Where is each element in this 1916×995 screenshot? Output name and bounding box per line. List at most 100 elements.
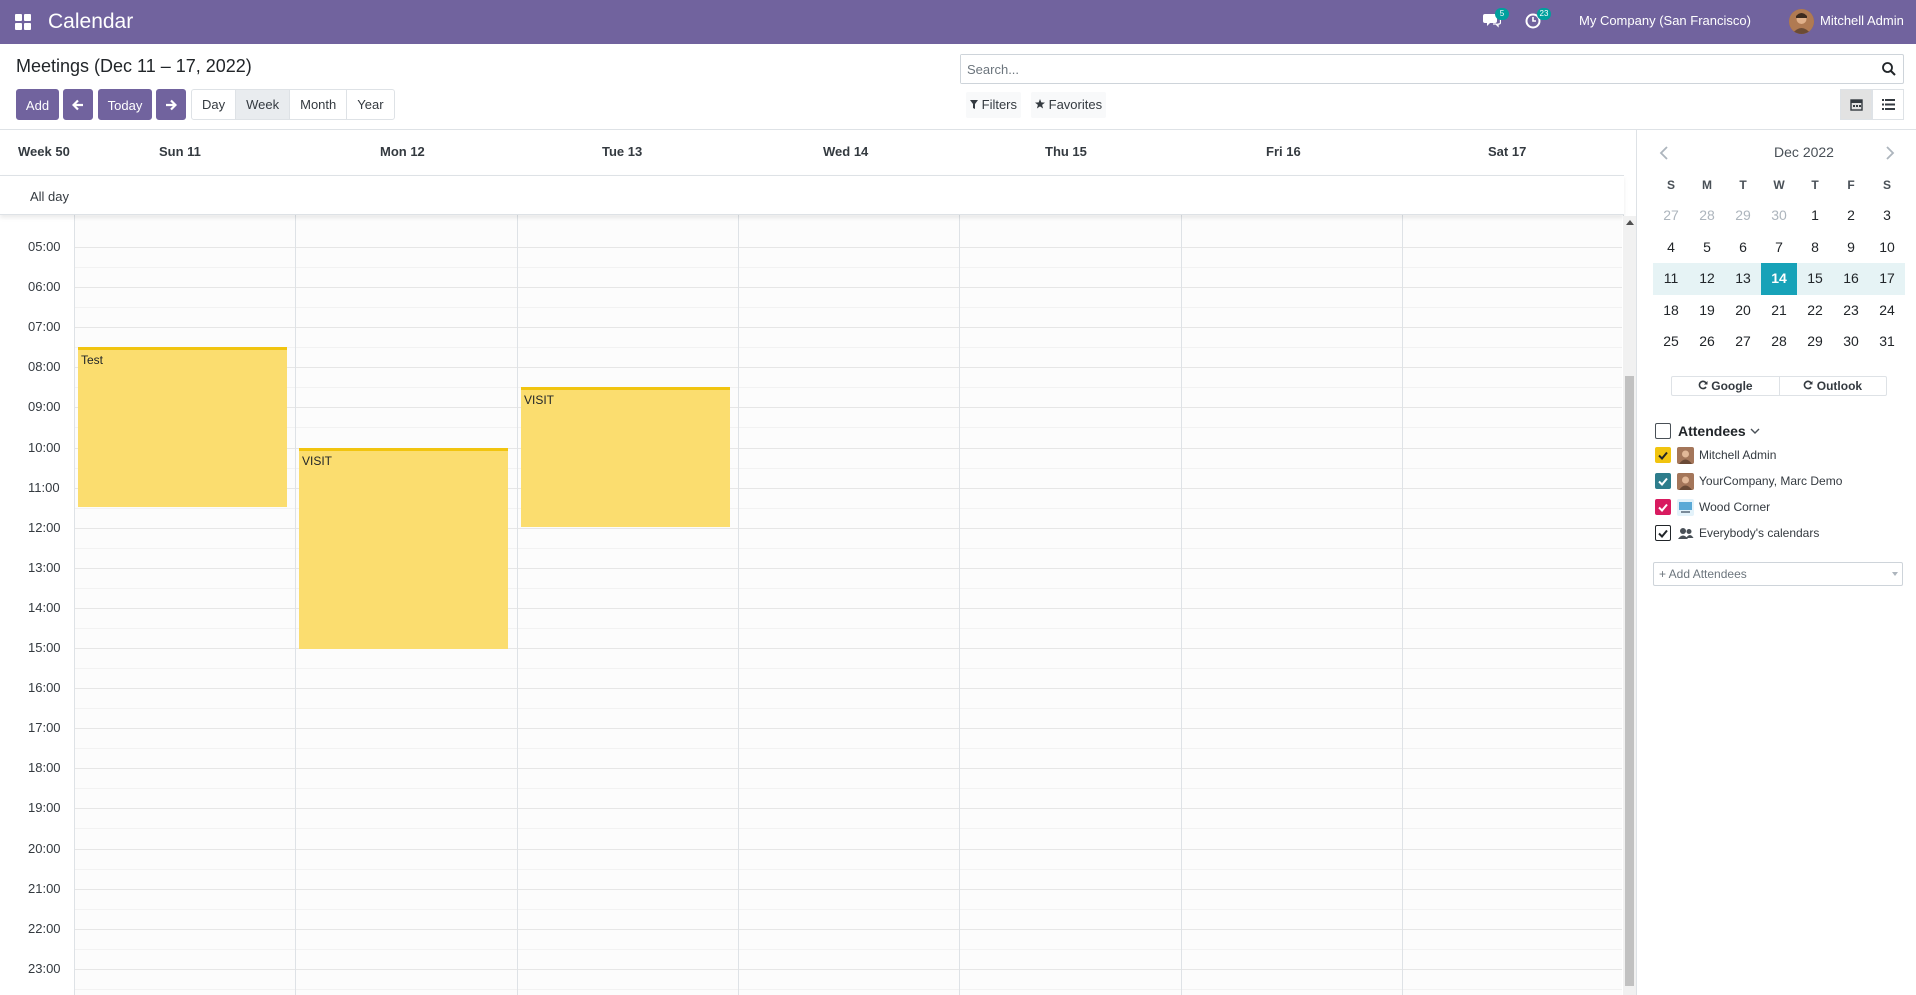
mini-calendar-day[interactable]: 10 — [1869, 232, 1905, 264]
hour-label: 07:00 — [28, 319, 61, 334]
messages-button[interactable]: 5 — [1483, 8, 1509, 32]
add-button[interactable]: Add — [16, 89, 59, 120]
mini-calendar-day[interactable]: 25 — [1653, 326, 1689, 358]
outlook-sync-button[interactable]: Outlook — [1780, 377, 1887, 395]
hour-label: 21:00 — [28, 881, 61, 896]
today-button[interactable]: Today — [98, 89, 152, 120]
mini-calendar-day[interactable]: 22 — [1797, 295, 1833, 327]
favorites-button[interactable]: Favorites — [1031, 92, 1107, 118]
calendar-scrollbar[interactable] — [1623, 216, 1636, 995]
mini-calendar-next[interactable] — [1885, 146, 1899, 160]
chevron-left-icon — [1659, 146, 1668, 160]
day-header[interactable]: Tue 13 — [602, 144, 642, 159]
weekday-header: F — [1847, 178, 1855, 192]
mini-calendar-day[interactable]: 28 — [1689, 200, 1725, 232]
scale-month-button[interactable]: Month — [290, 90, 348, 119]
list-icon — [1881, 99, 1895, 110]
mini-calendar-day[interactable]: 28 — [1761, 326, 1797, 358]
apps-menu-icon[interactable] — [14, 13, 32, 31]
attendee-item[interactable]: YourCompany, Marc Demo — [1655, 472, 1842, 490]
attendee-checkbox[interactable] — [1655, 447, 1671, 463]
attendee-item[interactable]: Mitchell Admin — [1655, 446, 1776, 464]
scroll-up-arrow[interactable] — [1626, 220, 1634, 225]
scroll-thumb[interactable] — [1625, 376, 1634, 986]
attendee-checkbox[interactable] — [1655, 499, 1671, 515]
mini-calendar-day[interactable]: 16 — [1833, 263, 1869, 295]
mini-calendar-day[interactable]: 27 — [1653, 200, 1689, 232]
day-header[interactable]: Wed 14 — [823, 144, 868, 159]
mini-calendar-day[interactable]: 30 — [1761, 200, 1797, 232]
list-view-button[interactable] — [1872, 89, 1904, 120]
day-column-divider — [738, 175, 739, 995]
day-header[interactable]: Sat 17 — [1488, 144, 1526, 159]
scale-day-button[interactable]: Day — [192, 90, 237, 119]
attendee-checkbox[interactable] — [1655, 525, 1671, 541]
mini-calendar-day[interactable]: 29 — [1797, 326, 1833, 358]
mini-calendar-day[interactable]: 13 — [1725, 263, 1761, 295]
attendee-item[interactable]: Everybody's calendars — [1655, 524, 1819, 542]
mini-calendar-day[interactable]: 2 — [1833, 200, 1869, 232]
calendar-event[interactable]: Test — [78, 347, 287, 507]
scale-switcher: Day Week Month Year — [191, 89, 395, 120]
attendee-checkbox[interactable] — [1655, 473, 1671, 489]
mini-calendar-day[interactable]: 1 — [1797, 200, 1833, 232]
calendar-week-view: 05:00 06:00 07:00 08:00 09:00 10:00 11:00 12:00… — [0, 130, 1636, 995]
half-hour-line — [74, 427, 1622, 428]
user-name[interactable]: Mitchell Admin — [1820, 13, 1904, 28]
mini-calendar-day[interactable]: 7 — [1761, 232, 1797, 264]
mini-calendar-day[interactable]: 4 — [1653, 232, 1689, 264]
mini-calendar-day[interactable]: 21 — [1761, 295, 1797, 327]
mini-calendar-day[interactable]: 18 — [1653, 295, 1689, 327]
user-avatar[interactable] — [1789, 9, 1814, 34]
mini-calendar-day[interactable]: 9 — [1833, 232, 1869, 264]
attendees-all-checkbox[interactable] — [1655, 423, 1671, 439]
calendar-event[interactable]: VISIT — [521, 387, 730, 527]
mini-calendar-day[interactable]: 12 — [1689, 263, 1725, 295]
hour-label: 05:00 — [28, 239, 61, 254]
search-icon[interactable] — [1881, 61, 1897, 77]
mini-calendar-day[interactable]: 14 — [1761, 263, 1797, 295]
filters-button[interactable]: Filters — [966, 92, 1022, 118]
mini-calendar-day[interactable]: 11 — [1653, 263, 1689, 295]
scale-week-button[interactable]: Week — [236, 90, 291, 119]
attendee-item[interactable]: Wood Corner — [1655, 498, 1770, 516]
mini-calendar-day[interactable]: 23 — [1833, 295, 1869, 327]
mini-calendar-day[interactable]: 24 — [1869, 295, 1905, 327]
day-header[interactable]: Mon 12 — [380, 144, 425, 159]
attendees-header[interactable]: Attendees — [1655, 423, 1760, 439]
mini-calendar-day[interactable]: 8 — [1797, 232, 1833, 264]
activities-button[interactable]: 23 — [1525, 8, 1551, 32]
hour-line — [74, 367, 1622, 368]
previous-button[interactable] — [63, 89, 93, 120]
add-attendees-input[interactable]: + Add Attendees — [1653, 562, 1903, 586]
hour-label: 20:00 — [28, 841, 61, 856]
calendar-event[interactable]: VISIT — [299, 448, 508, 649]
weekday-header: M — [1702, 178, 1712, 192]
mini-calendar-day[interactable]: 27 — [1725, 326, 1761, 358]
hour-line — [74, 808, 1622, 809]
scale-year-button[interactable]: Year — [347, 90, 393, 119]
mini-calendar-day[interactable]: 26 — [1689, 326, 1725, 358]
day-header[interactable]: Thu 15 — [1045, 144, 1087, 159]
mini-calendar-day[interactable]: 20 — [1725, 295, 1761, 327]
mini-calendar-day[interactable]: 19 — [1689, 295, 1725, 327]
mini-calendar-day[interactable]: 5 — [1689, 232, 1725, 264]
mini-calendar-day[interactable]: 15 — [1797, 263, 1833, 295]
next-button[interactable] — [156, 89, 186, 120]
mini-calendar-day[interactable]: 29 — [1725, 200, 1761, 232]
google-sync-button[interactable]: Google — [1672, 377, 1780, 395]
mini-calendar-day[interactable]: 3 — [1869, 200, 1905, 232]
mini-calendar-day[interactable]: 31 — [1869, 326, 1905, 358]
calendar-view-button[interactable] — [1840, 89, 1872, 120]
mini-calendar-day[interactable]: 30 — [1833, 326, 1869, 358]
company-switcher[interactable]: My Company (San Francisco) — [1579, 13, 1751, 28]
day-header[interactable]: Sun 11 — [159, 144, 201, 159]
app-title[interactable]: Calendar — [48, 10, 133, 34]
mini-calendar-prev[interactable] — [1659, 146, 1673, 160]
search-input[interactable] — [961, 55, 1861, 83]
mini-calendar-day[interactable]: 6 — [1725, 232, 1761, 264]
mini-calendar-day[interactable]: 17 — [1869, 263, 1905, 295]
day-column-divider — [959, 175, 960, 995]
hour-label: 22:00 — [28, 921, 61, 936]
day-header[interactable]: Fri 16 — [1266, 144, 1301, 159]
